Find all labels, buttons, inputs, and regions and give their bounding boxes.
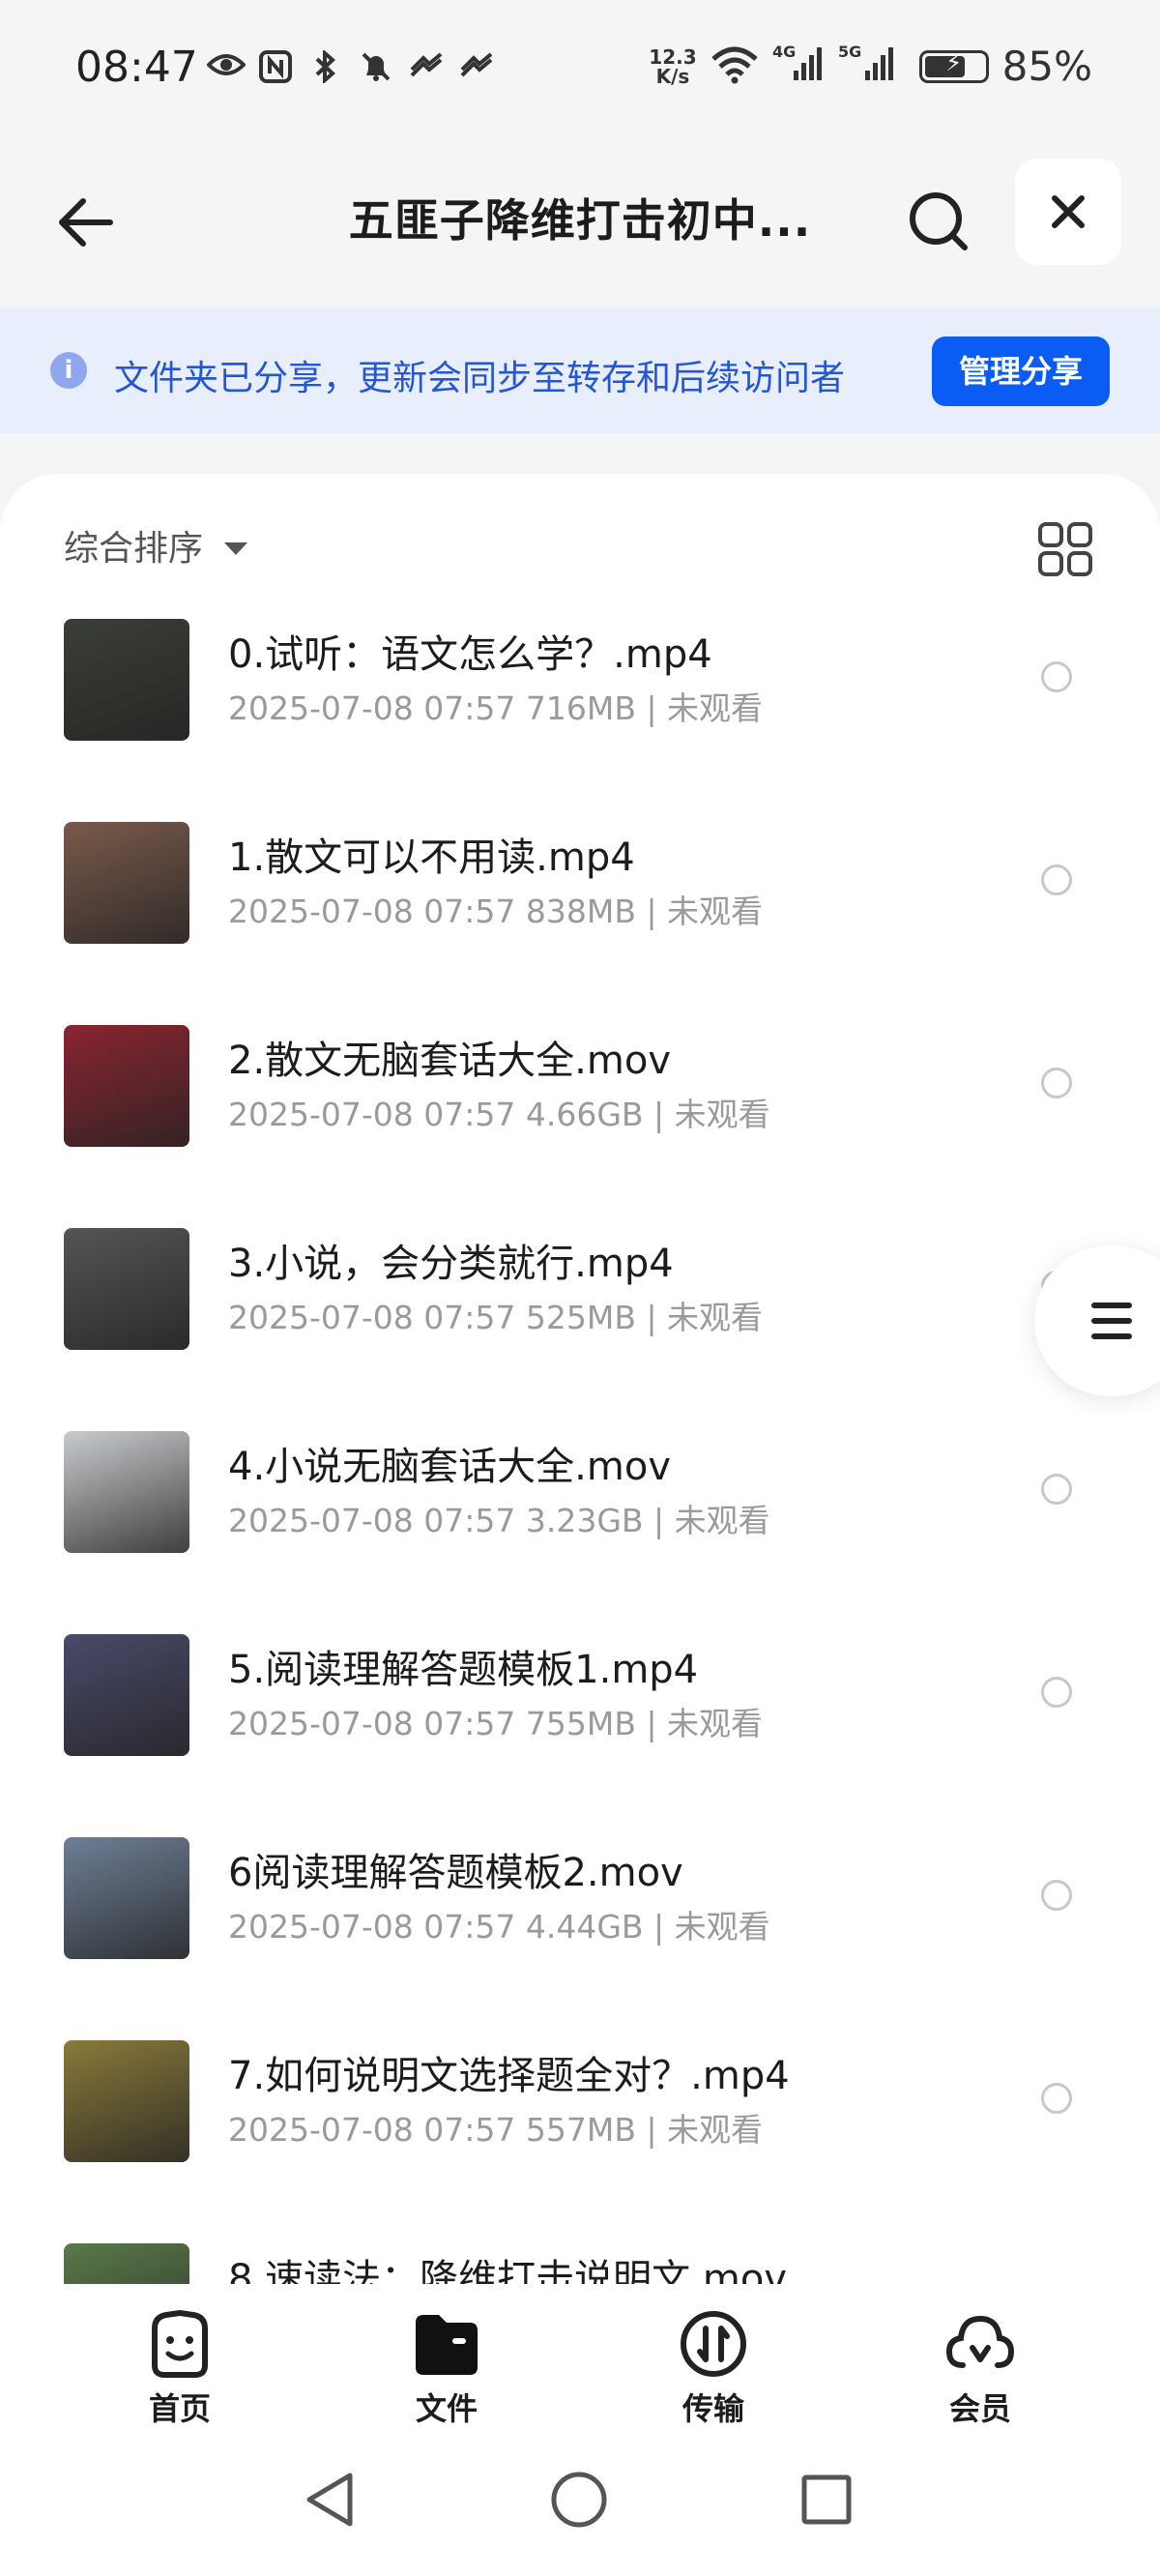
file-name: 0.试听：语文怎么学？.mp4 bbox=[228, 632, 712, 677]
video-thumbnail bbox=[64, 822, 189, 944]
select-radio[interactable] bbox=[1041, 1474, 1072, 1505]
nav-vip[interactable]: 会员 bbox=[913, 2309, 1048, 2427]
file-meta: 2025-07-08 07:57 525MB | 未观看 bbox=[228, 1299, 764, 1336]
nav-files[interactable]: 文件 bbox=[379, 2309, 514, 2427]
file-meta: 2025-07-08 07:57 4.44GB | 未观看 bbox=[228, 1908, 770, 1946]
circle-home-icon bbox=[551, 2472, 607, 2528]
title-bar: 五匪子降维打击初中... bbox=[0, 145, 1160, 309]
select-radio[interactable] bbox=[1041, 1880, 1072, 1911]
close-icon bbox=[1052, 195, 1085, 228]
file-meta: 2025-07-08 07:57 755MB | 未观看 bbox=[228, 1705, 764, 1742]
video-thumbnail bbox=[64, 1025, 189, 1147]
file-list: 0.试听：语文怎么学？.mp4 2025-07-08 07:57 716MB | … bbox=[0, 619, 1160, 2284]
file-name: 7.如何说明文选择题全对？.mp4 bbox=[228, 2054, 790, 2098]
video-thumbnail bbox=[64, 1228, 189, 1350]
link-icon bbox=[408, 50, 445, 83]
eye-icon bbox=[206, 50, 246, 83]
triangle-back-icon bbox=[306, 2473, 353, 2527]
grid-icon bbox=[1038, 522, 1092, 576]
manage-share-button[interactable]: 管理分享 bbox=[932, 337, 1110, 406]
grid-view-button[interactable] bbox=[1036, 520, 1094, 578]
page-title: 五匪子降维打击初中... bbox=[348, 194, 812, 247]
sort-label: 综合排序 bbox=[64, 529, 204, 569]
select-radio[interactable] bbox=[1041, 1677, 1072, 1708]
video-thumbnail bbox=[64, 2040, 189, 2162]
file-meta: 2025-07-08 07:57 716MB | 未观看 bbox=[228, 689, 764, 727]
select-radio[interactable] bbox=[1041, 661, 1072, 692]
file-row[interactable]: 6阅读理解答题模板2.mov 2025-07-08 07:57 4.44GB | … bbox=[0, 1837, 1160, 2011]
status-bar: 08:47 12.3 K/s 4G 5G ⚡ 85% bbox=[0, 0, 1160, 145]
file-meta: 2025-07-08 07:57 838MB | 未观看 bbox=[228, 893, 764, 930]
system-back-button[interactable] bbox=[300, 2468, 363, 2532]
link-icon bbox=[458, 50, 495, 83]
battery-icon: ⚡ bbox=[918, 49, 989, 83]
info-icon: i bbox=[50, 352, 87, 389]
share-notice-text: 文件夹已分享，更新会同步至转存和后续访问者 bbox=[114, 359, 846, 398]
share-banner: i 文件夹已分享，更新会同步至转存和后续访问者 管理分享 bbox=[0, 307, 1160, 433]
network-speed: 12.3 K/s bbox=[649, 44, 697, 88]
nav-home[interactable]: 首页 bbox=[112, 2309, 247, 2427]
file-row[interactable]: 1.散文可以不用读.mp4 2025-07-08 07:57 838MB | 未观… bbox=[0, 822, 1160, 996]
file-row[interactable]: 7.如何说明文选择题全对？.mp4 2025-07-08 07:57 557MB … bbox=[0, 2040, 1160, 2214]
menu-lines-icon bbox=[1091, 1303, 1132, 1339]
caret-down-icon bbox=[224, 542, 248, 555]
svg-text:5G: 5G bbox=[838, 44, 861, 61]
svg-text:4G: 4G bbox=[772, 44, 796, 61]
video-thumbnail bbox=[64, 2243, 189, 2284]
file-meta: 2025-07-08 07:57 4.66GB | 未观看 bbox=[228, 1096, 770, 1133]
nfc-icon bbox=[257, 50, 294, 83]
battery-percent: 85% bbox=[1001, 43, 1092, 90]
signal-5g-icon: 5G bbox=[838, 43, 906, 90]
home-face-icon bbox=[152, 2310, 208, 2378]
file-name: 5.阅读理解答题模板1.mp4 bbox=[228, 1648, 699, 1692]
search-icon bbox=[910, 192, 968, 250]
status-time: 08:47 bbox=[75, 43, 198, 92]
cloud-icon bbox=[945, 2315, 1015, 2368]
nav-transfer[interactable]: 传输 bbox=[646, 2309, 781, 2427]
file-row[interactable]: 8.速读法：降维打击说明文.mov bbox=[0, 2243, 1160, 2284]
square-recents-icon bbox=[801, 2474, 852, 2525]
video-thumbnail bbox=[64, 1431, 189, 1553]
file-name: 8.速读法：降维打击说明文.mov bbox=[228, 2257, 787, 2284]
system-nav-bar bbox=[0, 2425, 1160, 2576]
system-recents-button[interactable] bbox=[795, 2468, 858, 2532]
file-row[interactable]: 4.小说无脑套话大全.mov 2025-07-08 07:57 3.23GB | … bbox=[0, 1431, 1160, 1605]
select-radio[interactable] bbox=[1041, 864, 1072, 895]
video-thumbnail bbox=[64, 619, 189, 741]
bell-mute-icon bbox=[358, 50, 394, 83]
system-home-button[interactable] bbox=[547, 2468, 611, 2532]
select-radio[interactable] bbox=[1041, 1068, 1072, 1098]
bluetooth-icon bbox=[307, 48, 344, 85]
video-thumbnail bbox=[64, 1634, 189, 1756]
signal-4g-icon: 4G bbox=[772, 43, 825, 90]
transfer-icon bbox=[681, 2311, 746, 2377]
file-row[interactable]: 3.小说，会分类就行.mp4 2025-07-08 07:57 525MB | 未… bbox=[0, 1228, 1160, 1402]
select-radio[interactable] bbox=[1041, 2083, 1072, 2114]
sort-dropdown[interactable]: 综合排序 bbox=[64, 520, 248, 571]
bottom-nav: 首页 文件 传输 会员 bbox=[0, 2290, 1160, 2427]
file-meta: 2025-07-08 07:57 557MB | 未观看 bbox=[228, 2111, 764, 2149]
close-button[interactable] bbox=[1015, 159, 1121, 265]
search-button[interactable] bbox=[901, 182, 978, 259]
file-name: 3.小说，会分类就行.mp4 bbox=[228, 1242, 674, 1286]
file-row[interactable]: 5.阅读理解答题模板1.mp4 2025-07-08 07:57 755MB | … bbox=[0, 1634, 1160, 1808]
file-name: 1.散文可以不用读.mp4 bbox=[228, 835, 635, 880]
file-meta: 2025-07-08 07:57 3.23GB | 未观看 bbox=[228, 1502, 770, 1539]
wifi-icon bbox=[710, 45, 759, 88]
back-button[interactable] bbox=[50, 184, 128, 261]
arrow-left-icon bbox=[59, 198, 113, 247]
file-name: 4.小说无脑套话大全.mov bbox=[228, 1445, 671, 1489]
file-list-card: 综合排序 0.试听：语文怎么学？.mp4 2025-07-08 07:57 716… bbox=[0, 474, 1160, 2292]
video-thumbnail bbox=[64, 1837, 189, 1959]
file-row[interactable]: 2.散文无脑套话大全.mov 2025-07-08 07:57 4.66GB | … bbox=[0, 1025, 1160, 1199]
folder-icon bbox=[416, 2315, 478, 2375]
file-name: 6阅读理解答题模板2.mov bbox=[228, 1851, 683, 1895]
file-row[interactable]: 0.试听：语文怎么学？.mp4 2025-07-08 07:57 716MB | … bbox=[0, 619, 1160, 793]
file-name: 2.散文无脑套话大全.mov bbox=[228, 1039, 671, 1083]
